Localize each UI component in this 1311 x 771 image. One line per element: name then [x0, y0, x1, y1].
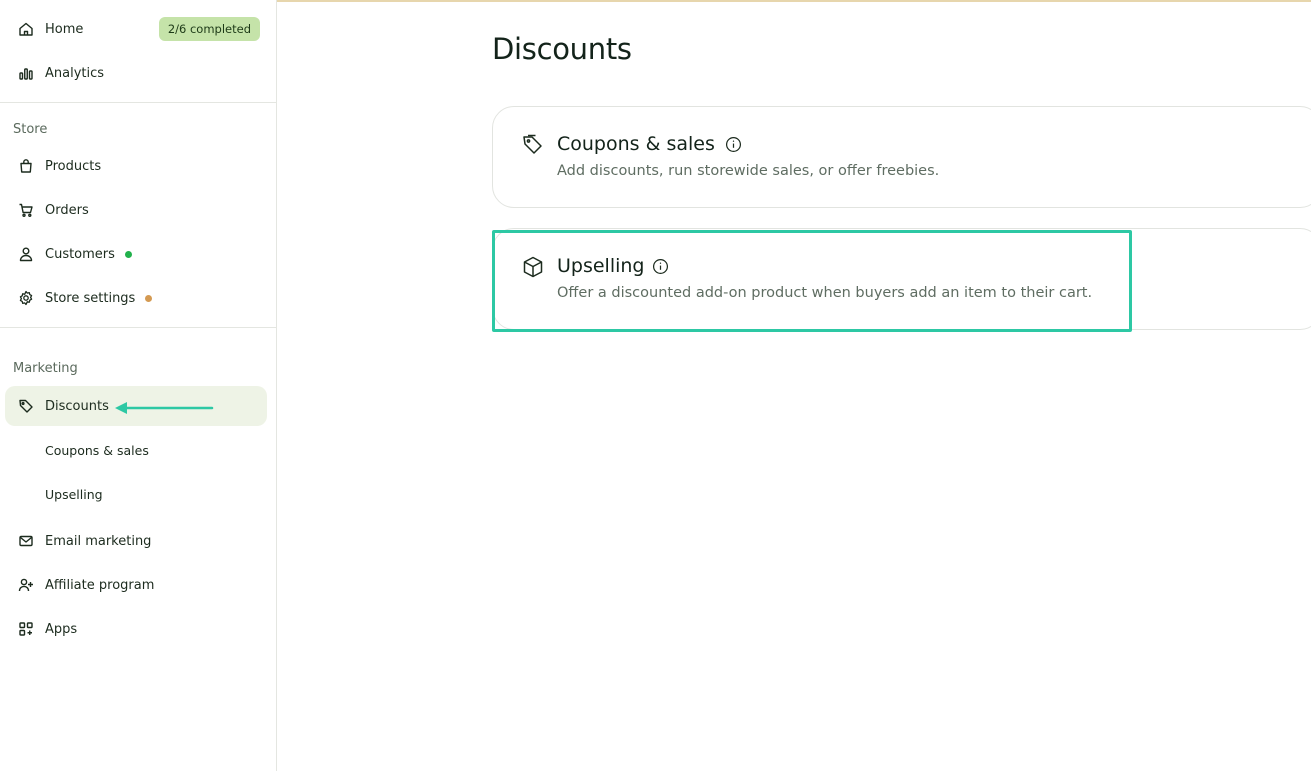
sidebar-subitem-coupons-sales[interactable]: Coupons & sales [5, 430, 267, 470]
section-label-marketing: Marketing [13, 361, 78, 376]
tag-icon [523, 134, 542, 154]
mail-icon [17, 532, 35, 550]
annotation-arrow-icon [115, 402, 214, 414]
card-coupons-sales[interactable]: Coupons & sales Add discounts, run store… [492, 106, 1311, 208]
gear-icon [17, 289, 35, 307]
status-dot [145, 294, 153, 302]
user-icon [17, 245, 35, 263]
sidebar-item-label: Home [45, 21, 84, 37]
status-dot [124, 250, 132, 258]
sidebar-item-label: Upselling [45, 486, 103, 502]
sidebar-item-affiliate-program[interactable]: Affiliate program [5, 565, 267, 605]
page-title: Discounts [492, 32, 632, 66]
info-icon[interactable] [725, 136, 742, 153]
sidebar: Home 2/6 completed Analytics Store Produ… [0, 0, 277, 771]
sidebar-item-analytics[interactable]: Analytics [5, 53, 267, 93]
bar-chart-icon [17, 64, 35, 82]
shopping-cart-icon [17, 201, 35, 219]
top-accent-line [277, 0, 1311, 2]
sidebar-subitem-upselling[interactable]: Upselling [5, 474, 267, 514]
section-label-store: Store [13, 122, 48, 137]
box-icon [523, 256, 543, 278]
home-icon [17, 20, 35, 38]
sidebar-item-label: Analytics [45, 65, 105, 81]
card-description: Offer a discounted add-on product when b… [557, 285, 1093, 301]
sidebar-divider [0, 327, 276, 328]
card-title: Upselling [557, 255, 645, 277]
sidebar-item-home[interactable]: Home 2/6 completed [5, 9, 267, 49]
sidebar-item-label: Email marketing [45, 533, 152, 549]
tag-icon [17, 397, 35, 415]
sidebar-item-label: Affiliate program [45, 577, 155, 593]
card-title: Coupons & sales [557, 133, 715, 155]
sidebar-item-label: Products [45, 158, 102, 174]
sidebar-item-label: Apps [45, 621, 78, 637]
card-upselling[interactable]: Upselling Offer a discounted add-on prod… [492, 228, 1311, 330]
shopping-bag-icon [17, 157, 35, 175]
sidebar-item-label: Customers [45, 246, 115, 262]
sidebar-item-label: Orders [45, 202, 89, 218]
info-icon[interactable] [652, 258, 669, 275]
sidebar-item-email-marketing[interactable]: Email marketing [5, 521, 267, 561]
card-description: Add discounts, run storewide sales, or o… [557, 163, 940, 179]
user-plus-icon [17, 576, 35, 594]
sidebar-divider [0, 102, 276, 103]
sidebar-item-label: Discounts [45, 398, 109, 414]
sidebar-item-customers[interactable]: Customers [5, 234, 267, 274]
apps-grid-icon [17, 620, 35, 638]
sidebar-item-products[interactable]: Products [5, 146, 267, 186]
sidebar-item-store-settings[interactable]: Store settings [5, 278, 267, 318]
sidebar-item-apps[interactable]: Apps [5, 609, 267, 649]
sidebar-item-label: Store settings [45, 290, 136, 306]
sidebar-item-orders[interactable]: Orders [5, 190, 267, 230]
app-window: Home 2/6 completed Analytics Store Produ… [0, 0, 1311, 771]
progress-badge[interactable]: 2/6 completed [158, 17, 260, 41]
sidebar-item-label: Coupons & sales [45, 442, 149, 458]
